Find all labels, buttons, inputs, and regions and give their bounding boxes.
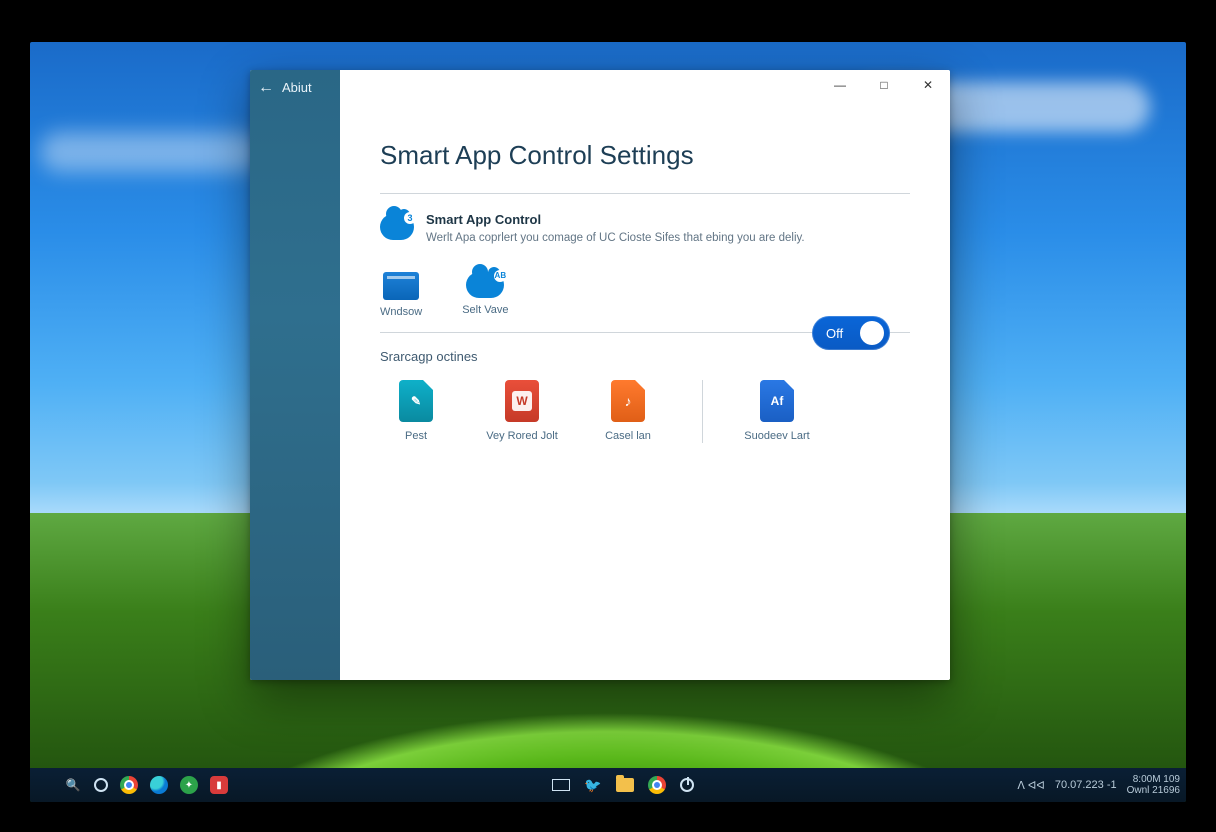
startup-app-tile[interactable]: ✎ Pest xyxy=(380,380,452,443)
tray-clock-main[interactable]: 70.07.223 -1 xyxy=(1055,779,1117,791)
twitter-icon[interactable]: 🐦 xyxy=(584,776,602,794)
tray-clock-line2: Ownl 21696 xyxy=(1127,785,1180,796)
startup-apps-grid: ✎ Pest W Vey Rored Jolt ♪ xyxy=(380,380,910,443)
document-icon: ✎ xyxy=(399,380,433,422)
smart-app-toggle[interactable]: Off xyxy=(812,316,890,350)
page-title: Smart App Control Settings xyxy=(380,140,910,171)
minimize-button[interactable]: — xyxy=(818,70,862,100)
desktop-wallpaper: ← Abiut — □ ✕ Smart App Control Settings… xyxy=(30,42,1186,802)
option-windows[interactable]: Wndsow xyxy=(380,272,422,318)
vertical-divider xyxy=(702,380,703,443)
document-icon: W xyxy=(505,380,539,422)
app-icon[interactable]: ✦ xyxy=(180,776,198,794)
maximize-button[interactable]: □ xyxy=(862,70,906,100)
cloud-badge-text: AB xyxy=(494,270,506,282)
close-button[interactable]: ✕ xyxy=(906,70,950,100)
cortana-icon[interactable] xyxy=(94,778,108,792)
startup-heading: Srarcagp octines xyxy=(380,349,910,364)
tray-clock-line1: 8:00M 109 xyxy=(1127,774,1180,785)
mail-icon[interactable] xyxy=(552,779,570,791)
option-cloud[interactable]: AB Selt Vave xyxy=(462,272,508,316)
toggle-knob xyxy=(860,321,884,345)
cloud-badge: 3 xyxy=(404,212,416,224)
search-icon[interactable]: 🔍 xyxy=(64,776,82,794)
startup-app-tile[interactable]: ♪ Casel lan xyxy=(592,380,664,443)
settings-window: ← Abiut — □ ✕ Smart App Control Settings… xyxy=(250,70,950,680)
chrome-icon[interactable] xyxy=(120,776,138,794)
divider xyxy=(380,193,910,194)
cloud-icon: AB xyxy=(466,272,504,298)
chrome-icon[interactable] xyxy=(648,776,666,794)
app-label: Suodeev Lart xyxy=(744,430,809,443)
app-label: Vey Rored Jolt xyxy=(486,430,558,443)
sidebar-title: Abiut xyxy=(282,80,312,95)
app-icon[interactable]: ▮ xyxy=(210,776,228,794)
app-label: Casel lan xyxy=(605,430,651,443)
startup-app-tile[interactable]: W Vey Rored Jolt xyxy=(486,380,558,443)
back-button[interactable]: ← xyxy=(258,80,274,96)
system-tray[interactable]: ᐱ ᐊᐊ 70.07.223 -1 8:00M 109 Ownl 21696 xyxy=(1017,774,1180,796)
option-label: Wndsow xyxy=(380,306,422,318)
folder-icon xyxy=(383,272,419,300)
document-icon: ♪ xyxy=(611,380,645,422)
wallpaper-cloud xyxy=(40,132,260,172)
section-heading: Smart App Control xyxy=(426,212,805,227)
startup-app-tile[interactable]: Af Suodeev Lart xyxy=(741,380,813,443)
taskbar: 🔍 ✦ ▮ 🐦 ᐱ ᐊᐊ 70.07.223 -1 8:00M 109 xyxy=(30,768,1186,802)
document-icon: Af xyxy=(760,380,794,422)
section-description: Werlt Apa coprlert you comage of UC Cios… xyxy=(426,231,805,246)
cloud-security-icon: 3 xyxy=(380,214,414,240)
start-button[interactable] xyxy=(36,777,52,793)
edge-icon[interactable] xyxy=(150,776,168,794)
power-icon[interactable] xyxy=(680,778,694,792)
window-sidebar: ← Abiut xyxy=(250,70,340,680)
window-content: — □ ✕ Smart App Control Settings 3 Smart… xyxy=(340,70,950,680)
tray-icons[interactable]: ᐱ ᐊᐊ xyxy=(1017,779,1045,792)
option-label: Selt Vave xyxy=(462,304,508,316)
file-explorer-icon[interactable] xyxy=(616,778,634,792)
toggle-label: Off xyxy=(826,326,843,341)
window-controls: — □ ✕ xyxy=(818,70,950,100)
app-label: Pest xyxy=(405,430,427,443)
